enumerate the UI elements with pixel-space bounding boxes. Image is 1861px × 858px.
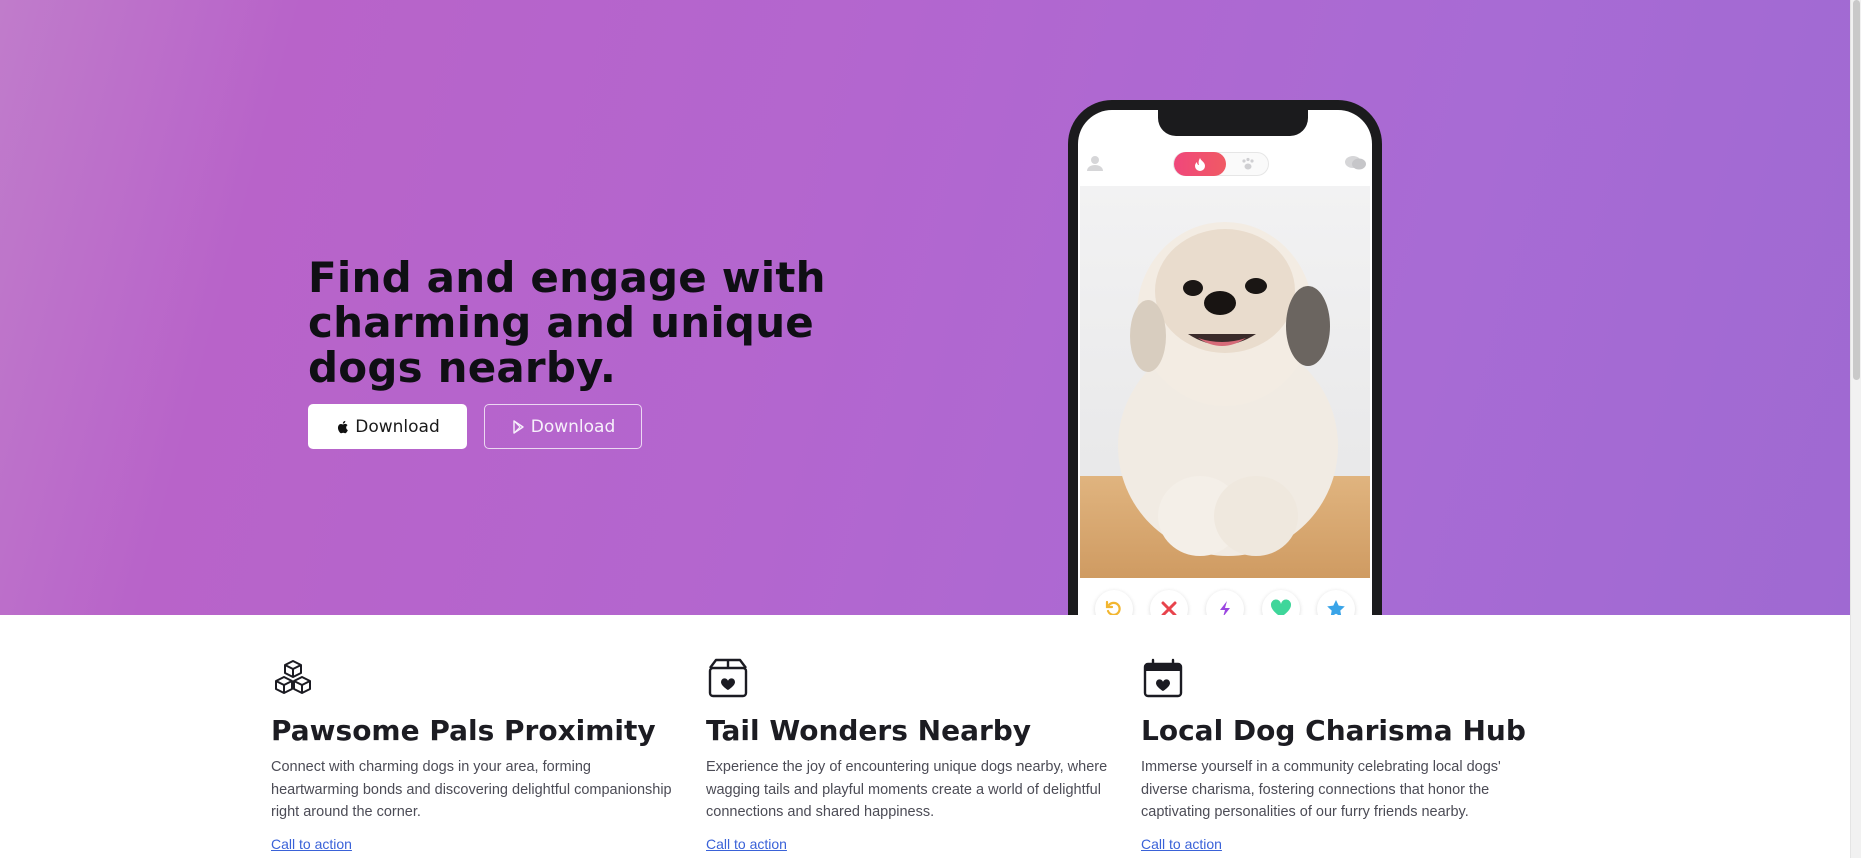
calendar-heart-icon [1143,658,1183,698]
app-store-download-label: Download [355,416,440,437]
feature-call-to-action-link[interactable]: Call to action [271,836,352,852]
feature-description: Connect with charming dogs in your area,… [271,759,672,820]
flame-icon [1195,158,1205,171]
boxes-icon [275,660,311,694]
user-icon[interactable] [1086,154,1104,172]
feature-title: Tail Wonders Nearby [706,714,1032,747]
dog-photo[interactable] [1080,186,1370,578]
nope-button[interactable] [1150,590,1189,615]
flame-toggle-option[interactable] [1174,152,1226,176]
feature-call-to-action-link[interactable]: Call to action [706,836,787,852]
heart-icon [1270,599,1291,615]
box-heart-icon [708,658,748,698]
super-like-button[interactable] [1317,590,1356,615]
hero-copy: Find and engage with charming and unique… [308,255,868,449]
feature-call-to-action-link[interactable]: Call to action [1141,836,1222,852]
download-buttons: Download Download [308,404,868,449]
play-store-icon [513,419,524,434]
boost-button[interactable] [1205,590,1244,615]
feature-title: Local Dog Charisma Hub [1141,714,1526,747]
feature-title: Pawsome Pals Proximity [271,714,656,747]
play-store-download-label: Download [530,416,616,437]
feature-card: Local Dog Charisma Hub Immerse yourself … [1141,658,1551,854]
rewind-button[interactable] [1094,590,1133,615]
feature-description: Immerse yourself in a community celebrat… [1141,759,1501,820]
play-store-download-button[interactable]: Download [484,404,642,449]
hero-section: Find and engage with charming and unique… [0,0,1850,615]
apple-icon [338,420,349,433]
chat-icon[interactable] [1344,154,1368,172]
dog-illustration [1118,222,1338,556]
hero-title: Find and engage with charming and unique… [308,253,826,392]
paw-icon[interactable] [1240,157,1256,171]
phone-screen [1078,110,1372,615]
rewind-icon [1105,600,1121,615]
scrollbar-thumb[interactable] [1853,0,1860,380]
mode-toggle[interactable] [1173,152,1269,176]
like-button[interactable] [1261,590,1300,615]
close-icon [1161,601,1177,615]
phone-mockup [1068,100,1382,615]
feature-card: Pawsome Pals Proximity Connect with char… [271,658,681,854]
feature-description: Experience the joy of encountering uniqu… [706,759,1108,820]
star-icon [1327,600,1345,615]
bolt-icon [1219,601,1230,615]
app-store-download-button[interactable]: Download [308,404,467,449]
app-header [1078,148,1372,180]
swipe-action-bar [1078,584,1372,615]
features-section: Pawsome Pals Proximity Connect with char… [0,615,1850,858]
feature-card: Tail Wonders Nearby Experience the joy o… [706,658,1116,854]
phone-notch [1158,110,1308,136]
page-scrollbar[interactable] [1850,0,1861,858]
